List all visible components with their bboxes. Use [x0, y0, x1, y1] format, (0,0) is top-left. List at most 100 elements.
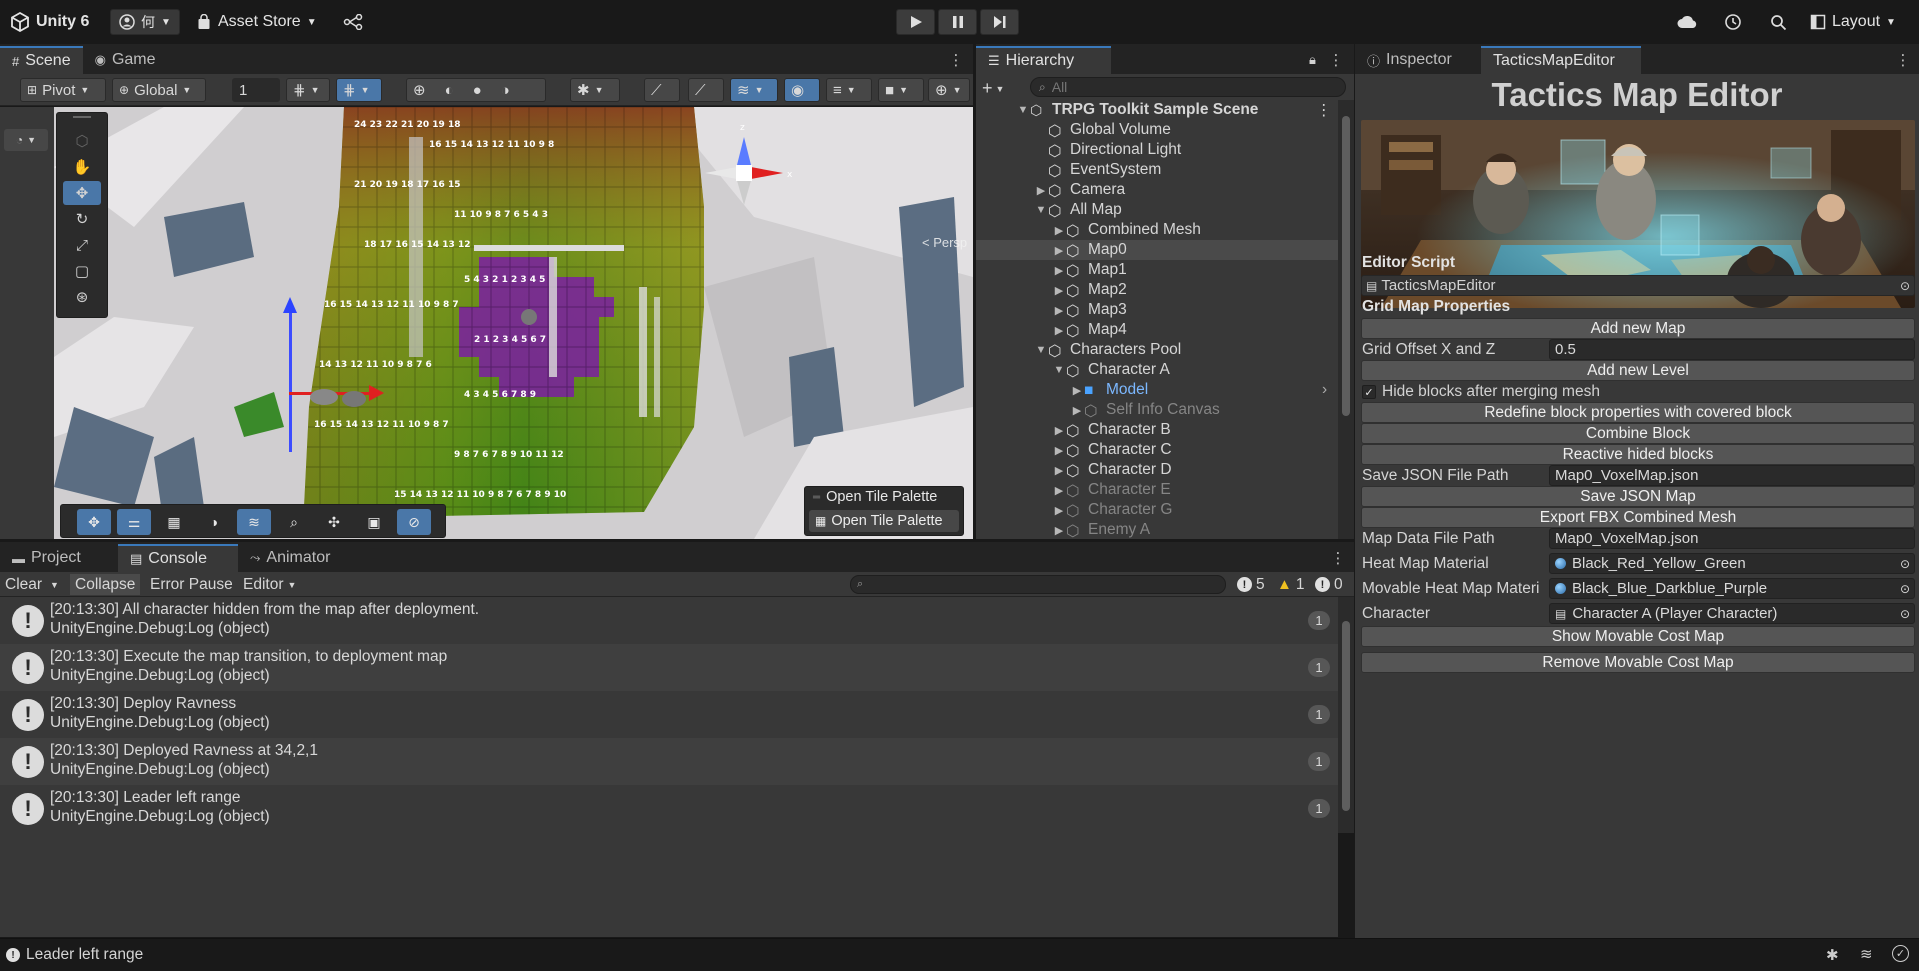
- lighting-toggle[interactable]: ⟋: [688, 78, 724, 102]
- scrollbar-thumb[interactable]: [1342, 116, 1350, 416]
- hierarchy-item[interactable]: ▼ ⬡ Character A: [976, 360, 1338, 380]
- expand-arrow-icon[interactable]: ▶: [1052, 504, 1066, 517]
- hierarchy-item[interactable]: ▶ ⬡ Enemy A: [976, 520, 1338, 539]
- grid-snap-input[interactable]: 1: [232, 78, 280, 102]
- layout-dropdown[interactable]: Layout ▼: [1810, 9, 1896, 35]
- orientation-dropdown[interactable]: ◔ ▼: [4, 129, 48, 151]
- hierarchy-item[interactable]: ▶ ⬡ Character D: [976, 460, 1338, 480]
- expand-arrow-icon[interactable]: ▶: [1052, 244, 1066, 257]
- hand-tool-button[interactable]: ✋: [63, 155, 101, 179]
- asset-store-dropdown[interactable]: Asset Store ▼: [196, 9, 317, 35]
- step-button[interactable]: [980, 9, 1019, 35]
- console-search[interactable]: ⌕: [850, 575, 1226, 594]
- export-fbx-button[interactable]: Export FBX Combined Mesh: [1361, 507, 1915, 528]
- global-dropdown[interactable]: ⊕ Global ▼: [112, 78, 206, 102]
- movable-heat-map-field[interactable]: Black_Blue_Darkblue_Purple ⊙: [1549, 578, 1915, 599]
- splitter-scene-hierarchy[interactable]: [973, 44, 976, 542]
- gizmos-dropdown[interactable]: ⊕ ▼: [928, 78, 970, 102]
- hierarchy-item[interactable]: ▼ ⬡ All Map: [976, 200, 1338, 220]
- hierarchy-search[interactable]: ⌕: [1030, 77, 1346, 97]
- hierarchy-item[interactable]: ▶ ⬡ Map2: [976, 280, 1338, 300]
- hierarchy-item[interactable]: ▶ ⬡ Self Info Canvas: [976, 400, 1338, 420]
- splitter-bottom[interactable]: [0, 539, 1354, 542]
- console-entry[interactable]: ! [20:13:30] Deploy Ravness UnityEngine.…: [0, 691, 1338, 738]
- move-overlay-button[interactable]: ✥: [77, 509, 111, 535]
- grid-visibility-toggle[interactable]: ⋕ ▼: [336, 78, 382, 102]
- object-picker-icon[interactable]: ⊙: [1900, 582, 1910, 596]
- layers-icon[interactable]: ≋: [1860, 945, 1873, 963]
- hide-blocks-checkbox[interactable]: ✓: [1362, 385, 1376, 399]
- character-field[interactable]: ▤ Character A (Player Character) ⊙: [1549, 603, 1915, 624]
- console-entry[interactable]: ! [20:13:30] Deployed Ravness at 34,2,1 …: [0, 738, 1338, 785]
- account-dropdown[interactable]: 何 ▼: [110, 9, 180, 35]
- unity-account-menu[interactable]: Unity 6: [10, 9, 89, 35]
- hierarchy-item[interactable]: ▶ ⬡ Character C: [976, 440, 1338, 460]
- add-new-map-button[interactable]: Add new Map: [1361, 318, 1915, 339]
- draw-mode-group[interactable]: ⊕ ◐ ● ◑: [406, 78, 546, 102]
- cloud-button[interactable]: [1676, 11, 1698, 33]
- persp-label[interactable]: < Persp: [922, 235, 967, 250]
- show-movable-cost-map-button[interactable]: Show Movable Cost Map: [1361, 626, 1915, 647]
- expand-arrow-icon[interactable]: ▶: [1052, 444, 1066, 457]
- grid-offset-field[interactable]: 0.5: [1549, 339, 1915, 360]
- drag-handle[interactable]: [73, 116, 91, 118]
- clear-dropdown[interactable]: Clear ▼: [0, 574, 64, 595]
- tab-project[interactable]: ▬ Project: [0, 544, 118, 572]
- expand-arrow-icon[interactable]: ▼: [1034, 344, 1048, 356]
- editor-dropdown[interactable]: Editor ▼: [238, 574, 301, 595]
- move-tool-button[interactable]: ✥: [63, 181, 101, 205]
- tab-inspector[interactable]: ⓘ Inspector: [1355, 46, 1481, 74]
- save-json-map-button[interactable]: Save JSON Map: [1361, 486, 1915, 507]
- view-tool-button[interactable]: ⬡: [63, 129, 101, 153]
- scene-menu-icon[interactable]: ⋮: [948, 51, 964, 69]
- expand-arrow-icon[interactable]: ▶: [1052, 524, 1066, 537]
- error-filter-toggle[interactable]: ! 0: [1310, 574, 1348, 595]
- expand-arrow-icon[interactable]: ▶: [1052, 424, 1066, 437]
- expand-arrow-icon[interactable]: ▶: [1034, 184, 1048, 197]
- play-button[interactable]: [896, 9, 935, 35]
- history-button[interactable]: [1722, 11, 1744, 33]
- open-tile-palette-button[interactable]: ▦ Open Tile Palette: [809, 510, 959, 532]
- effects-dropdown[interactable]: ≋ ▼: [730, 78, 778, 102]
- version-control-button[interactable]: [342, 11, 364, 33]
- hierarchy-menu-icon[interactable]: ⋮: [1328, 51, 1344, 69]
- expand-arrow-icon[interactable]: ▼: [1016, 104, 1030, 116]
- expand-arrow-icon[interactable]: ▶: [1052, 304, 1066, 317]
- hierarchy-item[interactable]: ▶ ⬡ Character G: [976, 500, 1338, 520]
- visibility-toggle[interactable]: ◉: [784, 78, 820, 102]
- expand-arrow-icon[interactable]: ▶: [1052, 484, 1066, 497]
- bug-icon[interactable]: ✱: [1826, 946, 1839, 964]
- tab-game[interactable]: ◉ Game: [83, 46, 168, 74]
- console-entry[interactable]: ! [20:13:30] All character hidden from t…: [0, 597, 1338, 644]
- object-picker-icon[interactable]: ⊙: [1900, 279, 1910, 293]
- brush-overlay-button[interactable]: ⚌: [117, 509, 151, 535]
- error-pause-toggle[interactable]: Error Pause: [145, 574, 238, 595]
- expand-arrow-icon[interactable]: ▼: [1034, 204, 1048, 216]
- check-icon[interactable]: ✓: [1892, 945, 1909, 962]
- 2d-toggle[interactable]: ⟋: [644, 78, 680, 102]
- expand-arrow-icon[interactable]: ▶: [1052, 464, 1066, 477]
- pause-button[interactable]: [938, 9, 977, 35]
- tab-scene[interactable]: # Scene: [0, 46, 83, 74]
- grid-overlay-button[interactable]: ▦: [157, 509, 191, 535]
- heat-map-material-field[interactable]: Black_Red_Yellow_Green ⊙: [1549, 553, 1915, 574]
- inspector-menu-icon[interactable]: ⋮: [1895, 51, 1911, 69]
- hierarchy-item[interactable]: ▶ ⬡ Character E: [976, 480, 1338, 500]
- collapse-toggle[interactable]: Collapse: [70, 574, 141, 595]
- combine-block-button[interactable]: Combine Block: [1361, 423, 1915, 444]
- add-new-level-button[interactable]: Add new Level: [1361, 360, 1915, 381]
- console-menu-icon[interactable]: ⋮: [1330, 549, 1346, 567]
- camera-overlay-button[interactable]: ▣: [357, 509, 391, 535]
- hierarchy-item[interactable]: ▶ ⬡ Character B: [976, 420, 1338, 440]
- chevron-right-icon[interactable]: ›: [1322, 381, 1327, 399]
- scene-menu-icon[interactable]: ⋮: [1316, 101, 1332, 120]
- expand-arrow-icon[interactable]: ▶: [1070, 384, 1084, 397]
- console-entry[interactable]: ! [20:13:30] Leader left range UnityEngi…: [0, 785, 1338, 832]
- hierarchy-search-input[interactable]: [1051, 79, 1292, 95]
- expand-arrow-icon[interactable]: ▶: [1052, 324, 1066, 337]
- layers-dropdown[interactable]: ≡ ▼: [826, 78, 872, 102]
- remove-movable-cost-map-button[interactable]: Remove Movable Cost Map: [1361, 652, 1915, 673]
- tab-console[interactable]: ▤ Console: [118, 544, 238, 572]
- hierarchy-item[interactable]: ⬡ Directional Light: [976, 140, 1338, 160]
- hierarchy-item[interactable]: ▼ ⬡ Characters Pool: [976, 340, 1338, 360]
